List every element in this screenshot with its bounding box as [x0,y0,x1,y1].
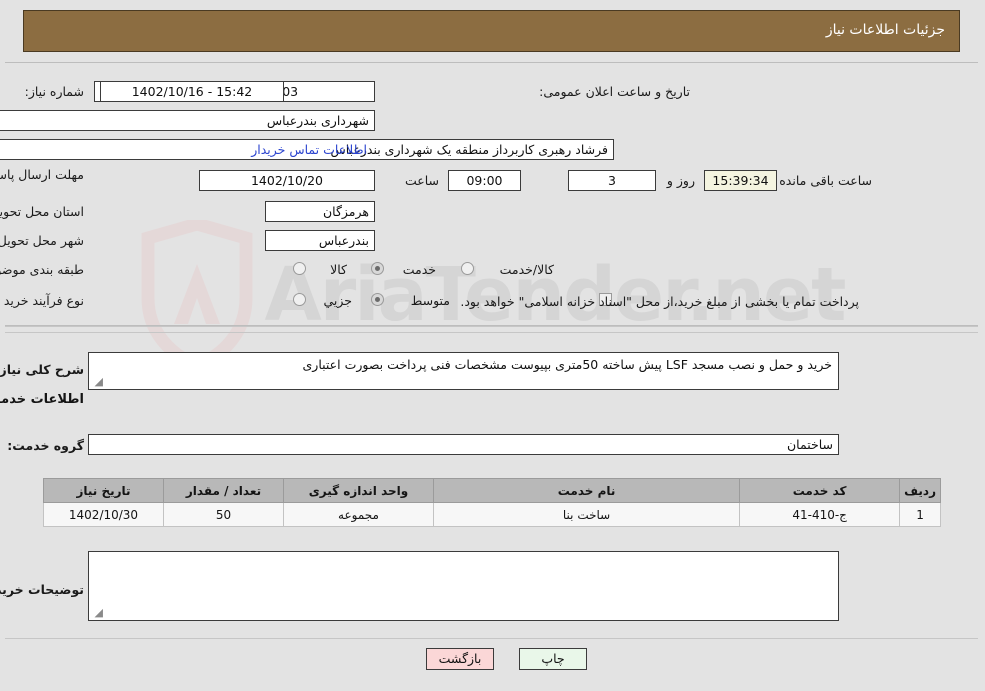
buyer-notes-label: توضیحات خریدار: [0,582,85,597]
general-desc-label: شرح کلی نیاز: [0,362,85,377]
buyer-notes-textarea[interactable]: ◢ [89,551,840,621]
cell-quantity: 50 [164,502,285,527]
process-label: نوع فرآیند خرید : [0,293,85,308]
cell-row-no: 1 [900,502,942,527]
category-label: طبقه بندی موضوعی: [0,262,85,277]
need-details-page: AriaTender.net جزئیات اطلاعات نیاز شماره… [0,0,985,691]
announce-datetime-value: 15:42 - 1402/10/16 [101,81,285,102]
panel-divider-3 [6,638,979,639]
treasury-note-text: پرداخت تمام یا بخشی از مبلغ خرید،از محل … [461,294,860,309]
radio-category-goods-service-label: کالا/خدمت [500,262,555,277]
panel-divider-2 [6,332,979,333]
radio-category-service-label: خدمت [403,262,437,277]
col-need-date: تاریخ نیاز [44,478,165,503]
service-group-label: گروه خدمت: [8,438,85,453]
col-unit: واحد اندازه گیری [284,478,435,503]
page-title: جزئیات اطلاعات نیاز [826,22,946,38]
radio-process-medium-label: متوسط [411,293,451,308]
service-group-value: ساختمان [89,434,840,455]
table-row[interactable]: 1 ج-410-41 ساخت بنا مجموعه 50 1402/10/30 [44,502,942,527]
radio-process-minor-label: جزیي [324,293,353,308]
print-button[interactable]: چاپ [520,648,588,670]
delivery-province-value: هرمزگان [266,201,376,222]
page-header-bar: جزئیات اطلاعات نیاز [24,10,961,52]
cell-service-name: ساخت بنا [433,502,742,527]
table-header-row: ردیف کد خدمت نام خدمت واحد اندازه گیری ت… [44,478,942,503]
announce-datetime-label: تاریخ و ساعت اعلان عمومی: [540,84,691,99]
radio-category-service[interactable] [372,262,385,275]
deadline-time-value: 09:00 [449,170,522,191]
general-desc-value: خرید و حمل و نصب مسجد LSF پیش ساخته 50مت… [303,357,834,372]
resize-grip-icon[interactable]: ◢ [92,376,104,388]
hour-label: ساعت [405,173,440,188]
buyer-org-value: شهرداری بندرعباس [0,110,376,131]
radio-category-goods[interactable] [294,262,307,275]
resize-grip-icon-notes[interactable]: ◢ [92,607,104,619]
deadline-label: مهلت ارسال پاسخ: تا تاریخ: [0,167,85,182]
days-label: روز و [667,173,696,188]
cell-need-date: 1402/10/30 [44,502,165,527]
buyer-contact-link[interactable]: اطلاعات تماس خریدار [252,142,368,157]
panel-divider-1 [6,326,979,327]
delivery-city-label: شهر محل تحویل: [0,233,85,248]
need-number-label: شماره نیاز: [25,84,85,99]
col-service-name: نام خدمت [433,478,742,503]
cell-service-code: ج-410-41 [740,502,902,527]
services-table: ردیف کد خدمت نام خدمت واحد اندازه گیری ت… [44,478,942,527]
general-desc-textarea[interactable]: خرید و حمل و نصب مسجد LSF پیش ساخته 50مت… [89,352,840,390]
col-row-no: ردیف [900,478,942,503]
back-button[interactable]: بازگشت [427,648,495,670]
radio-category-goods-service[interactable] [462,262,475,275]
days-remaining-value: 3 [569,170,657,191]
radio-process-medium[interactable] [372,293,385,306]
deadline-date-value: 1402/10/20 [200,170,376,191]
remaining-suffix-label: ساعت باقی مانده [780,173,873,188]
col-quantity: تعداد / مقدار [164,478,285,503]
delivery-province-label: استان محل تحویل: [0,204,85,219]
radio-process-minor[interactable] [294,293,307,306]
delivery-city-value: بندرعباس [266,230,376,251]
countdown-timer-value: 15:39:34 [705,170,778,191]
services-section-heading: اطلاعات خدمات مورد نیاز [0,392,85,407]
cell-unit: مجموعه [284,502,435,527]
radio-category-goods-label: کالا [331,262,348,277]
services-table-wrapper: ردیف کد خدمت نام خدمت واحد اندازه گیری ت… [44,478,942,527]
col-service-code: کد خدمت [740,478,902,503]
